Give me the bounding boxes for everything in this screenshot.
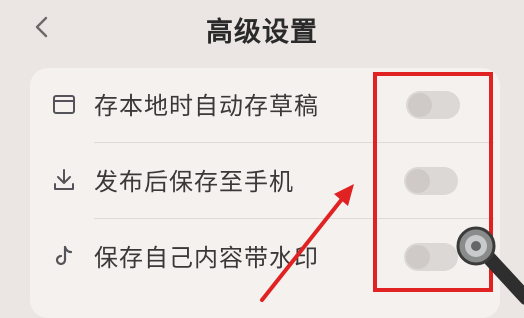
draft-icon: [50, 90, 78, 118]
header: 高级设置: [0, 0, 524, 60]
tiktok-icon: [50, 242, 78, 270]
stylus-icon: [456, 226, 524, 305]
setting-label-auto-draft: 存本地时自动存草稿: [94, 92, 319, 120]
download-icon: [50, 166, 78, 194]
page-title: 高级设置: [206, 17, 318, 48]
red-arrow-annotation: [260, 184, 354, 302]
